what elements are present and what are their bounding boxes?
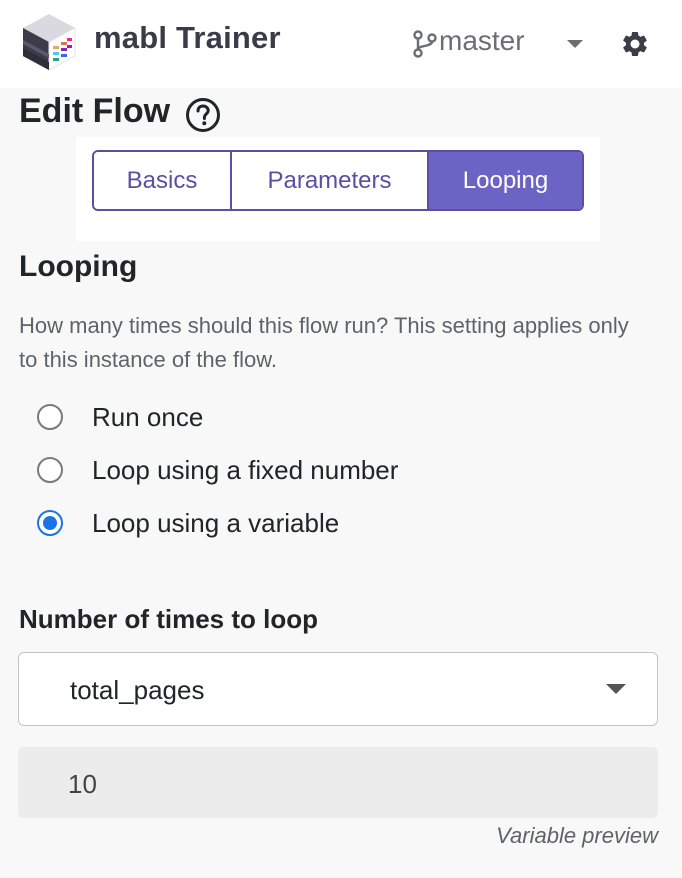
tab-group: Basics Parameters Looping (92, 150, 584, 211)
radio-loop-variable[interactable]: Loop using a variable (37, 505, 339, 541)
tab-basics[interactable]: Basics (94, 152, 230, 209)
radio-button[interactable] (37, 457, 63, 483)
section-description: How many times should this flow run? Thi… (19, 313, 629, 372)
variable-select-value: total_pages (70, 675, 205, 705)
radio-label: Loop using a variable (92, 507, 340, 538)
radio-run-once[interactable]: Run once (37, 399, 203, 435)
tab-looping[interactable]: Looping (427, 152, 582, 209)
radio-label: Run once (92, 401, 204, 432)
radio-label: Loop using a fixed number (92, 454, 399, 485)
radio-button[interactable] (37, 404, 63, 430)
radio-button-selected[interactable] (37, 510, 63, 536)
chevron-down-icon[interactable] (606, 684, 626, 694)
page-title: Edit Flow (19, 92, 171, 130)
variable-preview-value: 10 (68, 769, 97, 799)
loop-count-label: Number of times to loop (19, 604, 318, 634)
section-title: Looping (19, 250, 138, 283)
chevron-down-icon[interactable] (567, 40, 583, 48)
variable-preview-caption: Variable preview (496, 823, 658, 848)
variable-select[interactable]: total_pages (18, 652, 658, 726)
tab-parameters[interactable]: Parameters (230, 152, 427, 209)
radio-loop-fixed-number[interactable]: Loop using a fixed number (37, 452, 398, 488)
app-header: mabl Trainer master (0, 0, 682, 88)
mabl-logo-icon (23, 14, 76, 71)
app-title: mabl Trainer (94, 20, 281, 55)
variable-preview-field: 10 (18, 747, 658, 818)
gear-icon[interactable] (620, 29, 650, 59)
question-circle-icon[interactable] (185, 97, 221, 133)
git-branch-icon[interactable] (412, 30, 438, 58)
branch-selector[interactable]: master (439, 25, 525, 57)
